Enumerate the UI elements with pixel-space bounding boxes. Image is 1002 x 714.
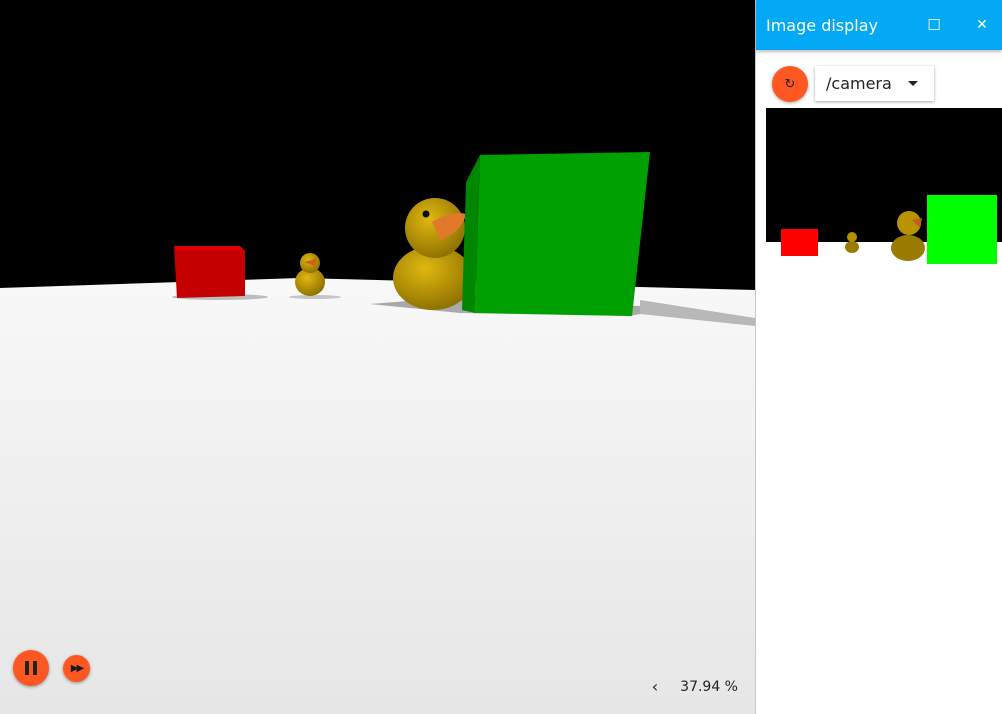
green-box [462,152,650,316]
close-icon[interactable]: ✕ [968,17,996,33]
panel-header: Image display ☐ ✕ [756,0,1002,50]
topic-value: /camera [826,74,892,93]
dropdown-caret-icon [908,81,918,86]
camera-red-box [781,229,818,256]
rtf-value: 37.94 % [680,678,738,695]
red-box [174,246,245,298]
refresh-button[interactable]: ↻ [772,66,808,102]
floor [0,278,755,714]
3d-scene-viewport[interactable]: ▶▶ ‹ 37.94 % [0,0,755,714]
topic-select[interactable]: /camera [815,66,934,101]
fast-forward-button[interactable]: ▶▶ [63,655,90,682]
image-display-panel: Image display ☐ ✕ ↻ /camera [756,0,1002,714]
camera-render [766,108,1002,268]
chevron-left-icon[interactable]: ‹ [652,677,658,696]
fast-forward-icon: ▶▶ [70,663,84,674]
pause-button[interactable] [13,650,49,686]
camera-green-box [927,195,997,264]
camera-image [766,108,1002,268]
real-time-factor: ‹ 37.94 % [652,677,738,696]
maximize-icon[interactable]: ☐ [920,16,948,34]
refresh-icon: ↻ [784,76,796,92]
panel-title: Image display [766,15,879,35]
pause-icon [23,661,39,675]
scene-render [0,0,755,714]
